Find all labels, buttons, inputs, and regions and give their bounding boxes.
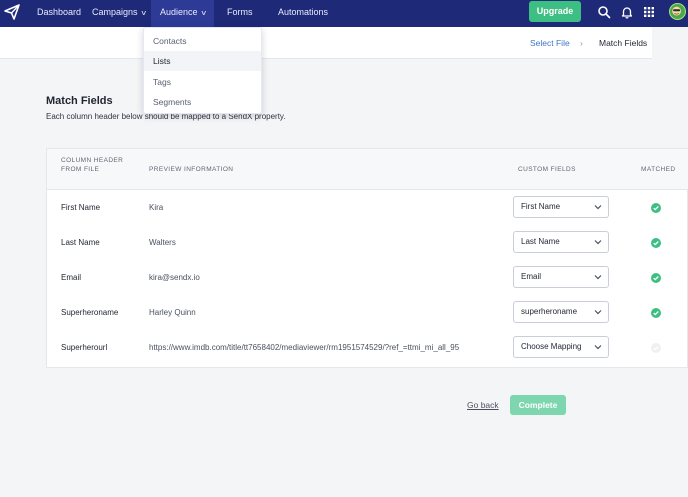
preview-cell: Kira bbox=[149, 203, 164, 212]
header-preview-information: PREVIEW INFORMATION bbox=[149, 166, 234, 173]
preview-cell: https://www.imdb.com/title/tt7658402/med… bbox=[149, 343, 460, 352]
custom-field-select[interactable]: First Name bbox=[513, 196, 609, 218]
chevron-down-icon bbox=[594, 240, 602, 245]
page-title: Match Fields bbox=[46, 95, 113, 107]
bell-icon[interactable] bbox=[620, 5, 634, 19]
chevron-down-icon bbox=[594, 275, 602, 280]
menu-item-lists[interactable]: Lists bbox=[144, 51, 261, 71]
paper-plane-logo-icon[interactable] bbox=[3, 3, 21, 21]
matched-check-icon bbox=[651, 273, 661, 283]
nav-campaigns[interactable]: Campaigns v bbox=[92, 0, 146, 27]
custom-field-select-value: Email bbox=[521, 272, 542, 281]
nav-forms-label: Forms bbox=[227, 7, 253, 17]
menu-item-contacts[interactable]: Contacts bbox=[144, 31, 261, 51]
table-row: First Name Kira First Name bbox=[47, 190, 688, 225]
go-back-link[interactable]: Go back bbox=[467, 400, 499, 410]
nav-audience[interactable]: Audience v bbox=[151, 0, 215, 27]
menu-item-segments[interactable]: Segments bbox=[144, 92, 261, 112]
column-header-cell: Superheroname bbox=[61, 308, 119, 317]
custom-field-select-value: superheroname bbox=[521, 307, 578, 316]
preview-cell: kira@sendx.io bbox=[149, 273, 200, 282]
nav-audience-label: Audience bbox=[160, 7, 198, 17]
column-header-cell: First Name bbox=[61, 203, 101, 212]
chevron-down-icon bbox=[594, 345, 602, 350]
table-header: COLUMN HEADER FROM FILE PREVIEW INFORMAT… bbox=[47, 149, 688, 190]
custom-field-select-value: Last Name bbox=[521, 237, 560, 246]
matched-check-icon bbox=[651, 308, 661, 318]
table-row: Superherourl https://www.imdb.com/title/… bbox=[47, 330, 688, 365]
breadcrumb-current: Match Fields bbox=[599, 38, 648, 48]
preview-cell: Walters bbox=[149, 238, 176, 247]
apps-grid-icon[interactable] bbox=[642, 5, 656, 19]
complete-button[interactable]: Complete bbox=[510, 395, 566, 415]
breadcrumb-select-file-link[interactable]: Select File bbox=[530, 38, 570, 48]
column-header-cell: Last Name bbox=[61, 238, 100, 247]
unmatched-check-icon bbox=[651, 343, 661, 353]
header-matched: MATCHED bbox=[641, 166, 676, 173]
custom-field-select[interactable]: Choose Mapping bbox=[513, 336, 609, 358]
header-custom-fields: CUSTOM FIELDS bbox=[518, 166, 576, 173]
chevron-down-icon: v bbox=[201, 10, 206, 17]
chevron-down-icon: v bbox=[141, 10, 146, 17]
match-fields-table: COLUMN HEADER FROM FILE PREVIEW INFORMAT… bbox=[46, 148, 688, 368]
top-navigation: Dashboard Campaigns v Audience v Forms Aut… bbox=[0, 0, 688, 27]
custom-field-select[interactable]: superheroname bbox=[513, 301, 609, 323]
nav-automations[interactable]: Automations bbox=[278, 0, 328, 27]
header-column-from-file: COLUMN HEADER FROM FILE bbox=[61, 157, 124, 173]
nav-dashboard[interactable]: Dashboard bbox=[37, 0, 81, 27]
search-icon[interactable] bbox=[597, 5, 611, 19]
table-row: Email kira@sendx.io Email bbox=[47, 260, 688, 295]
nav-dashboard-label: Dashboard bbox=[37, 7, 82, 17]
preview-cell: Harley Quinn bbox=[149, 308, 196, 317]
upgrade-button[interactable]: Upgrade bbox=[529, 1, 581, 22]
custom-field-select[interactable]: Email bbox=[513, 266, 609, 288]
nav-campaigns-label: Campaigns bbox=[92, 7, 138, 17]
custom-field-select-value: Choose Mapping bbox=[521, 342, 582, 351]
matched-check-icon bbox=[651, 238, 661, 248]
breadcrumb: Select File › Match Fields bbox=[0, 27, 652, 59]
custom-field-select-value: First Name bbox=[521, 202, 561, 211]
chevron-down-icon bbox=[594, 310, 602, 315]
custom-field-select[interactable]: Last Name bbox=[513, 231, 609, 253]
user-avatar[interactable] bbox=[669, 3, 686, 20]
audience-dropdown-menu: Contacts Lists Tags Segments bbox=[143, 27, 262, 114]
nav-automations-label: Automations bbox=[278, 7, 329, 17]
chevron-down-icon bbox=[594, 205, 602, 210]
table-row: Last Name Walters Last Name bbox=[47, 225, 688, 260]
breadcrumb-separator: › bbox=[580, 38, 583, 48]
menu-item-tags[interactable]: Tags bbox=[144, 72, 261, 92]
column-header-cell: Superherourl bbox=[61, 343, 108, 352]
nav-forms[interactable]: Forms bbox=[227, 0, 253, 27]
table-row: Superheroname Harley Quinn superheroname bbox=[47, 295, 688, 330]
avatar-face-icon bbox=[672, 6, 682, 16]
matched-check-icon bbox=[651, 203, 661, 213]
column-header-cell: Email bbox=[61, 273, 82, 282]
